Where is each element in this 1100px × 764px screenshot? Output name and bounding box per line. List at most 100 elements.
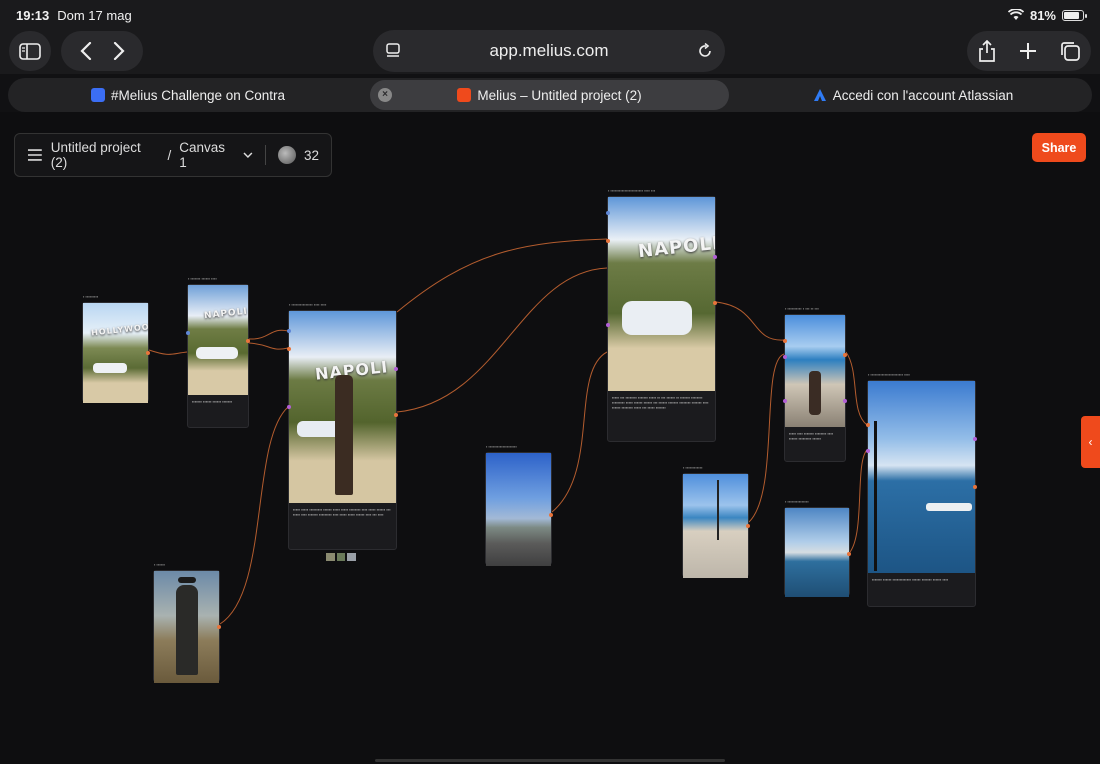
image-overlay-text: NAPOLI bbox=[637, 232, 715, 263]
node-caption: ▪ ▪▪▪▪▪▪▪▪▪▪▪▪ bbox=[683, 465, 703, 470]
status-date: Dom 17 mag bbox=[57, 7, 132, 23]
battery-percent: 81% bbox=[1029, 7, 1056, 23]
image-node-walter[interactable]: ▪ ▪▪▪▪▪▪ bbox=[153, 562, 221, 683]
node-description: ▪▪▪▪▪ ▪▪▪▪ ▪▪▪▪▪▪▪ ▪▪▪▪▪▪▪▪ ▪▪▪▪ ▪▪▪▪▪▪ … bbox=[789, 431, 834, 441]
sidebar-toggle-button[interactable] bbox=[9, 31, 51, 71]
status-time: 19:13 bbox=[16, 7, 50, 23]
input-port[interactable] bbox=[606, 239, 610, 243]
reload-icon[interactable] bbox=[685, 43, 725, 59]
image-node-bay-road[interactable]: ▪ ▪▪▪▪▪▪▪▪▪▪▪▪▪▪▪▪▪▪▪▪ bbox=[485, 444, 553, 566]
tab-contra[interactable]: #Melius Challenge on Contra bbox=[18, 80, 358, 110]
input-port[interactable] bbox=[186, 331, 190, 335]
avatar[interactable] bbox=[278, 146, 296, 164]
hollywood-image: HOLLYWOOD bbox=[83, 303, 148, 403]
input-port[interactable] bbox=[783, 339, 787, 343]
output-port[interactable] bbox=[843, 399, 847, 403]
page-menu-icon[interactable] bbox=[373, 43, 413, 59]
car-napoli-image: NAPOLI bbox=[188, 285, 248, 395]
chevron-down-icon[interactable] bbox=[243, 152, 253, 158]
share-button[interactable]: Share bbox=[1032, 133, 1086, 162]
tabs-overview-icon[interactable] bbox=[1060, 41, 1080, 61]
node-caption: ▪ ▪▪▪▪▪▪▪▪▪▪▪▪▪▪▪ bbox=[785, 499, 809, 504]
url-text[interactable]: app.melius.com bbox=[413, 41, 685, 61]
node-caption: ▪ ▪▪▪▪▪▪▪▪▪▪▪▪▪▪▪▪▪▪▪▪ bbox=[486, 444, 517, 449]
coast-stairs-image bbox=[683, 474, 748, 578]
input-port[interactable] bbox=[783, 355, 787, 359]
address-bar[interactable]: app.melius.com bbox=[373, 30, 725, 72]
input-port[interactable] bbox=[287, 347, 291, 351]
node-caption: ▪ ▪▪▪▪▪▪▪▪▪▪ ▪ ▪▪▪ ▪▪ ▪▪▪ bbox=[785, 306, 819, 311]
image-node-coast-stairs[interactable]: ▪ ▪▪▪▪▪▪▪▪▪▪▪▪ bbox=[682, 465, 750, 578]
project-name[interactable]: Untitled project (2) bbox=[51, 140, 160, 170]
sidebar-icon bbox=[19, 42, 41, 60]
menu-icon[interactable] bbox=[27, 149, 43, 161]
output-port[interactable] bbox=[146, 351, 150, 355]
tab-bar: #Melius Challenge on Contra × Melius – U… bbox=[8, 78, 1092, 112]
node-caption: ▪ ▪▪▪▪▪▪▪ ▪▪▪▪▪▪ ▪▪▪▪ bbox=[188, 276, 217, 281]
contra-favicon-icon bbox=[90, 88, 105, 102]
output-port[interactable] bbox=[713, 255, 717, 259]
output-port[interactable] bbox=[746, 524, 750, 528]
chevron-left-icon: ‹ bbox=[1088, 435, 1093, 449]
image-node-harbor[interactable]: ▪ ▪▪▪▪▪▪▪▪▪▪▪▪▪▪▪ bbox=[784, 499, 851, 597]
node-canvas[interactable]: ▪ ▪▪▪▪▪▪▪▪▪ HOLLYWOOD ▪ ▪▪▪▪▪▪▪ ▪▪▪▪▪▪ ▪… bbox=[0, 112, 1100, 764]
browser-toolbar: app.melius.com bbox=[0, 30, 1100, 74]
lamp-sea-image bbox=[868, 381, 975, 573]
promenade-image bbox=[785, 315, 845, 427]
walter-image bbox=[154, 571, 219, 683]
image-node-hollywood[interactable]: ▪ ▪▪▪▪▪▪▪▪▪ HOLLYWOOD bbox=[82, 294, 150, 403]
output-port[interactable] bbox=[843, 353, 847, 357]
image-node-big-napoli[interactable]: ▪ ▪▪▪▪▪▪▪▪▪▪▪▪▪▪▪▪▪▪▪▪▪▪▪ ▪▪▪▪ ▪▪▪ NAPOL… bbox=[606, 188, 717, 442]
project-bar: Untitled project (2) / Canvas 1 32 bbox=[14, 133, 332, 177]
output-port[interactable] bbox=[973, 485, 977, 489]
input-port[interactable] bbox=[866, 423, 870, 427]
output-port[interactable] bbox=[394, 367, 398, 371]
tab-label: Melius – Untitled project (2) bbox=[477, 87, 642, 103]
output-port[interactable] bbox=[394, 413, 398, 417]
atlassian-favicon-icon bbox=[813, 89, 826, 101]
close-tab-icon[interactable]: × bbox=[378, 88, 392, 102]
new-tab-icon[interactable] bbox=[1019, 42, 1037, 60]
man-napoli-image: NAPOLI bbox=[289, 311, 396, 503]
tab-melius[interactable]: × Melius – Untitled project (2) bbox=[370, 80, 729, 110]
image-node-lamp-sea[interactable]: ▪ ▪▪▪▪▪▪▪▪▪▪▪▪▪▪▪▪▪▪▪▪▪▪▪ ▪▪▪▪ ▪▪▪▪▪▪▪ ▪… bbox=[866, 372, 977, 607]
back-icon[interactable] bbox=[79, 42, 92, 60]
output-port[interactable] bbox=[847, 552, 851, 556]
output-port[interactable] bbox=[549, 513, 553, 517]
forward-icon[interactable] bbox=[113, 42, 125, 60]
image-node-man-napoli[interactable]: ▪ ▪▪▪▪▪▪▪▪▪▪▪▪▪▪▪ ▪▪▪▪ ▪▪▪▪ NAPOLI ▪▪▪▪▪… bbox=[287, 302, 398, 550]
image-node-car-napoli[interactable]: ▪ ▪▪▪▪▪▪▪ ▪▪▪▪▪▪ ▪▪▪▪ NAPOLI ▪▪▪▪▪▪▪ ▪▪▪… bbox=[186, 276, 250, 428]
canvas-selector[interactable]: Canvas 1 bbox=[179, 140, 235, 170]
image-node-promenade[interactable]: ▪ ▪▪▪▪▪▪▪▪▪▪ ▪ ▪▪▪ ▪▪ ▪▪▪ ▪▪▪▪▪ ▪▪▪▪ ▪▪▪… bbox=[783, 306, 847, 462]
input-port[interactable] bbox=[606, 323, 610, 327]
browser-actions bbox=[967, 31, 1091, 71]
node-caption: ▪ ▪▪▪▪▪▪▪▪▪▪▪▪▪▪▪▪▪▪▪▪▪▪▪ ▪▪▪▪ bbox=[868, 372, 910, 377]
input-port[interactable] bbox=[287, 405, 291, 409]
output-port[interactable] bbox=[973, 437, 977, 441]
image-overlay-text: HOLLYWOOD bbox=[90, 321, 148, 338]
node-description: ▪▪▪▪▪ ▪▪▪ ▪▪▪▪▪▪▪▪ ▪▪▪▪▪▪▪ ▪▪▪▪▪ ▪▪ ▪▪▪ … bbox=[612, 395, 709, 410]
output-port[interactable] bbox=[713, 301, 717, 305]
navigation-buttons bbox=[61, 31, 143, 71]
output-port[interactable] bbox=[246, 339, 250, 343]
node-description: ▪▪▪▪▪▪▪ ▪▪▪▪▪▪ ▪▪▪▪▪▪▪▪▪▪▪▪▪ ▪▪▪▪▪▪ ▪▪▪▪… bbox=[872, 577, 949, 582]
input-port[interactable] bbox=[783, 399, 787, 403]
output-port[interactable] bbox=[217, 625, 221, 629]
breadcrumb-separator: / bbox=[167, 147, 172, 163]
status-bar: 19:13 Dom 17 mag 81% bbox=[0, 0, 1100, 30]
bay-road-image bbox=[486, 453, 551, 566]
input-port[interactable] bbox=[287, 329, 291, 333]
image-overlay-text: NAPOLI bbox=[203, 306, 248, 322]
share-icon[interactable] bbox=[978, 40, 996, 62]
thumbnail-strip[interactable] bbox=[326, 553, 357, 561]
input-port[interactable] bbox=[866, 449, 870, 453]
node-caption: ▪ ▪▪▪▪▪▪ bbox=[154, 562, 166, 567]
collaborator-count: 32 bbox=[303, 147, 320, 163]
input-port[interactable] bbox=[606, 211, 610, 215]
melius-favicon-icon bbox=[457, 88, 472, 102]
big-napoli-image: NAPOLI bbox=[608, 197, 715, 391]
node-description: ▪▪▪▪▪ ▪▪▪▪▪ ▪▪▪▪▪▪▪▪▪ ▪▪▪▪▪▪ ▪▪▪▪▪ ▪▪▪▪▪… bbox=[293, 507, 391, 517]
battery-icon bbox=[1062, 9, 1087, 21]
tab-atlassian[interactable]: Accedi con l'account Atlassian bbox=[743, 80, 1083, 110]
side-panel-toggle[interactable]: ‹ bbox=[1081, 416, 1100, 468]
